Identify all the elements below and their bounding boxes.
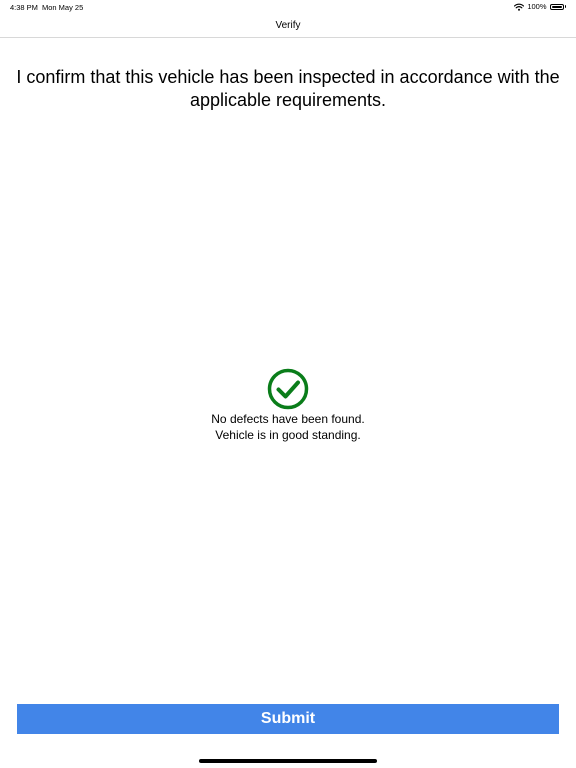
navigation-bar: Verify — [0, 14, 576, 38]
submit-button[interactable]: Submit — [17, 704, 559, 734]
confirmation-statement: I confirm that this vehicle has been ins… — [16, 67, 560, 110]
battery-icon — [549, 3, 566, 10]
page-title: Verify — [275, 20, 301, 31]
battery-percent: 100% — [527, 2, 547, 11]
status-bar: 4:38 PM Mon May 25 100% — [0, 0, 576, 14]
status-indicators: 100% — [514, 2, 566, 11]
home-indicator — [199, 759, 377, 763]
status-date: Mon May 25 — [42, 3, 84, 12]
status-time: 4:38 PM — [10, 3, 38, 12]
inspection-result: No defects have been found. Vehicle is i… — [0, 368, 576, 443]
wifi-icon — [514, 3, 525, 11]
check-circle-icon — [267, 368, 309, 410]
no-defects-text: No defects have been found. — [211, 412, 365, 426]
good-standing-text: Vehicle is in good standing. — [215, 428, 361, 442]
